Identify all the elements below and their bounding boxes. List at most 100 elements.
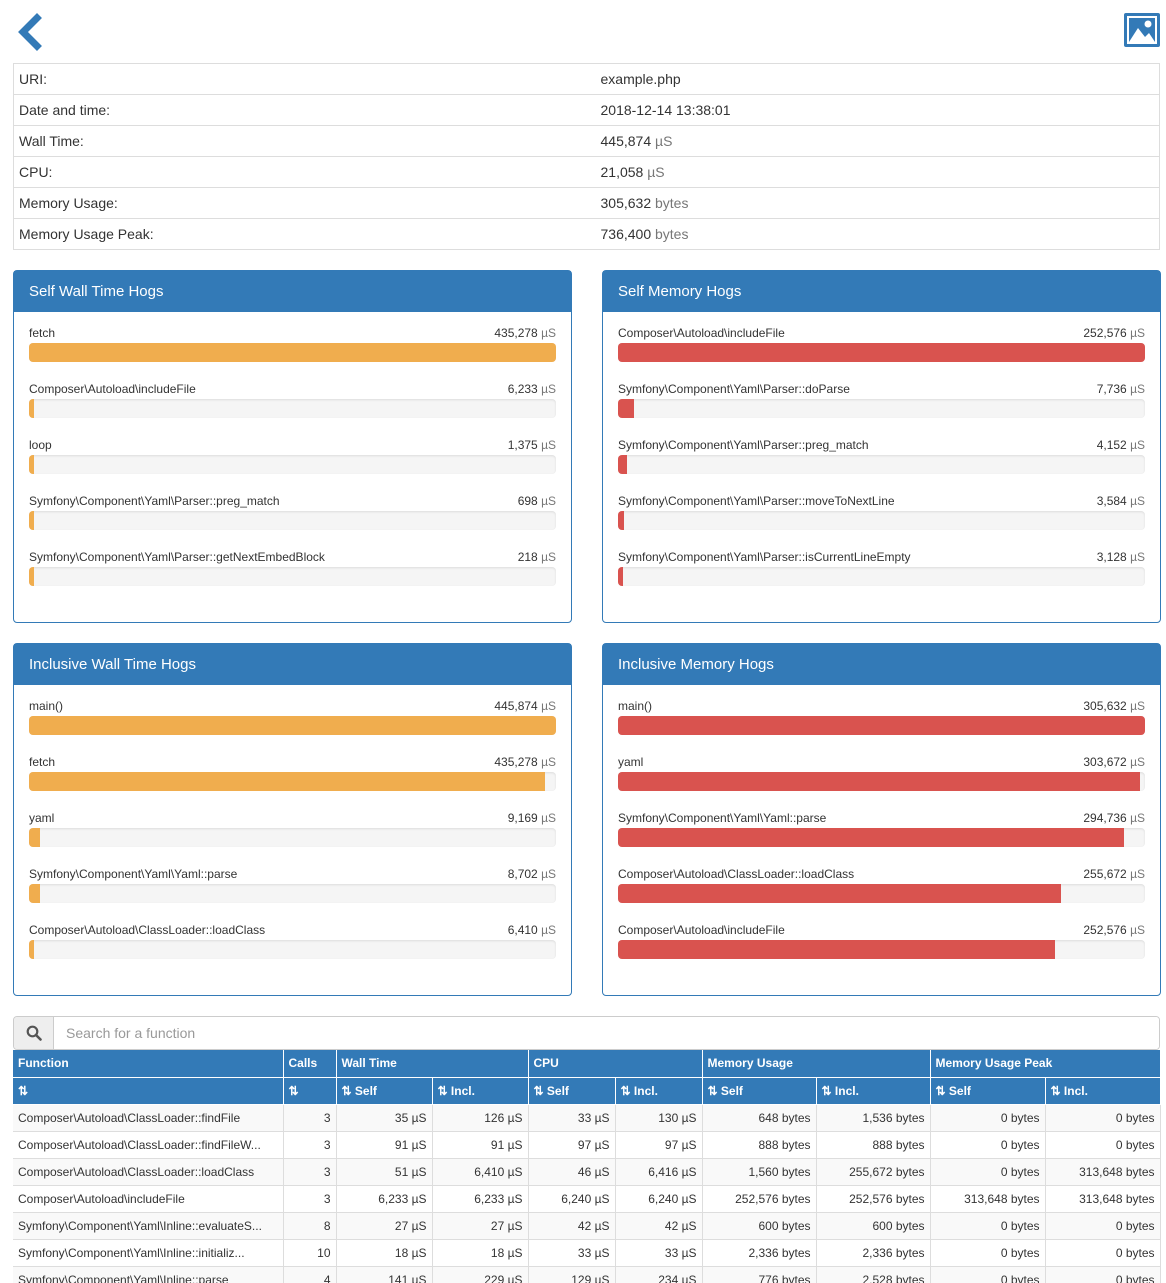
table-row[interactable]: Composer\Autoload\ClassLoader::loadClass… [13, 1158, 1161, 1186]
hog-value-wrap: 435,278 µS [494, 755, 556, 770]
hog-function-name[interactable]: Symfony\Component\Yaml\Parser::moveToNex… [618, 494, 895, 509]
hog-function-name[interactable]: Composer\Autoload\includeFile [618, 923, 785, 938]
hog-value-wrap: 7,736 µS [1097, 382, 1145, 397]
hog-unit: µS [541, 755, 556, 769]
hog-function-name[interactable]: main() [29, 699, 63, 714]
hog-value: 4,152 [1096, 438, 1127, 452]
progress-bar [29, 511, 556, 530]
hog-value: 3,584 [1096, 494, 1127, 508]
function-name-cell[interactable]: Symfony\Component\Yaml\Inline::evaluateS… [13, 1212, 284, 1240]
hog-function-name[interactable]: Composer\Autoload\includeFile [29, 382, 196, 397]
hog-function-name[interactable]: Composer\Autoload\ClassLoader::loadClass [29, 923, 265, 938]
table-row[interactable]: Symfony\Component\Yaml\Inline::parse 4 141… [13, 1266, 1161, 1283]
sort-label: Incl. [633, 1083, 658, 1098]
info-label: URI: [19, 71, 47, 87]
image-icon[interactable] [1124, 13, 1160, 47]
sort-calls[interactable]: ⇅ [283, 1077, 337, 1105]
search-icon[interactable] [14, 1017, 54, 1049]
sort-cpu-self[interactable]: ⇅ Self [528, 1077, 616, 1105]
function-name-cell[interactable]: Symfony\Component\Yaml\Inline::initializ… [13, 1239, 284, 1267]
hog-function-name[interactable]: Symfony\Component\Yaml\Parser::getNextEm… [29, 550, 325, 565]
sort-icon: ⇅ [437, 1083, 448, 1098]
hog-value-wrap: 9,169 µS [508, 811, 556, 826]
hog-unit: µS [1130, 867, 1145, 881]
hog-function-name[interactable]: yaml [618, 755, 643, 770]
hog-function-name[interactable]: Symfony\Component\Yaml\Parser::doParse [618, 382, 850, 397]
hog-line: Symfony\Component\Yaml\Parser::isCurrent… [618, 550, 1145, 565]
hog-value-wrap: 1,375 µS [508, 438, 556, 453]
hog-line: yaml 9,169 µS [29, 811, 556, 826]
hog-function-name[interactable]: Symfony\Component\Yaml\Yaml::parse [618, 811, 826, 826]
hog-function-name[interactable]: main() [618, 699, 652, 714]
hog-value-wrap: 3,128 µS [1097, 550, 1145, 565]
info-value-cell: 445,874 µS [595, 125, 1160, 157]
search-input[interactable] [54, 1017, 1159, 1049]
function-name-cell[interactable]: Composer\Autoload\ClassLoader::loadClass [13, 1158, 284, 1186]
col-memory-peak: Memory Usage Peak [930, 1050, 1161, 1078]
info-value-cell: example.php [596, 64, 1160, 95]
hog-value-wrap: 6,233 µS [508, 382, 556, 397]
progress-bar [29, 567, 556, 586]
function-name-cell[interactable]: Composer\Autoload\includeFile [13, 1185, 284, 1213]
hog-value: 6,410 [507, 923, 538, 937]
table-row[interactable]: Composer\Autoload\includeFile 3 6,233 µS 6,… [13, 1185, 1161, 1213]
hog-function-name[interactable]: Composer\Autoload\includeFile [618, 326, 785, 341]
hog-function-name[interactable]: Composer\Autoload\ClassLoader::loadClass [618, 867, 854, 882]
panel-body: fetch 435,278 µS Composer\Autoload\include… [14, 312, 571, 606]
info-unit: µS [647, 164, 665, 180]
hog-function-name[interactable]: Symfony\Component\Yaml\Parser::preg_matc… [618, 438, 869, 453]
hog-function-name[interactable]: fetch [29, 755, 55, 770]
sort-peak-incl[interactable]: ⇅ Incl. [1045, 1077, 1161, 1105]
value-cell: 33 µS [615, 1239, 703, 1267]
hog-value-wrap: 445,874 µS [494, 699, 556, 714]
progress-bar [29, 716, 556, 735]
progress-bar-fill [618, 343, 1145, 362]
progress-bar-fill [29, 511, 34, 530]
progress-bar-fill [29, 343, 556, 362]
sort-function[interactable]: ⇅ [13, 1077, 284, 1105]
back-chevron-icon[interactable] [15, 12, 45, 52]
progress-bar-fill [618, 511, 625, 530]
sort-cpu-incl[interactable]: ⇅ Incl. [615, 1077, 703, 1105]
hog-function-name[interactable]: Symfony\Component\Yaml\Parser::preg_matc… [29, 494, 280, 509]
hog-function-name[interactable]: fetch [29, 326, 55, 341]
hog-value: 8,702 [507, 867, 538, 881]
sort-icon: ⇅ [1050, 1083, 1061, 1098]
hog-line: fetch 435,278 µS [29, 755, 556, 770]
sort-peak-self[interactable]: ⇅ Self [930, 1077, 1046, 1105]
value-cell: 6,240 µS [615, 1185, 703, 1213]
info-value: example.php [600, 71, 681, 87]
table-row[interactable]: Composer\Autoload\ClassLoader::findFile 3… [13, 1104, 1161, 1132]
hog-function-name[interactable]: yaml [29, 811, 54, 826]
hog-value: 294,736 [1083, 811, 1127, 825]
value-cell: 0 bytes [1045, 1266, 1161, 1283]
info-unit: bytes [655, 195, 689, 211]
hog-function-name[interactable]: Symfony\Component\Yaml\Parser::isCurrent… [618, 550, 911, 565]
progress-bar-fill [618, 716, 1145, 735]
function-name-cell[interactable]: Symfony\Component\Yaml\Inline::parse [13, 1266, 284, 1283]
hog-value-wrap: 305,632 µS [1083, 699, 1145, 714]
sort-wall-self[interactable]: ⇅ Self [336, 1077, 433, 1105]
hog-line: Composer\Autoload\ClassLoader::loadClass… [618, 867, 1145, 882]
table-row[interactable]: Composer\Autoload\ClassLoader::findFileW… [13, 1131, 1161, 1159]
hog-line: fetch 435,278 µS [29, 326, 556, 341]
function-name-cell[interactable]: Composer\Autoload\ClassLoader::findFileW… [13, 1131, 284, 1159]
hog-value-wrap: 303,672 µS [1083, 755, 1145, 770]
sort-wall-incl[interactable]: ⇅ Incl. [432, 1077, 529, 1105]
hog-line: Symfony\Component\Yaml\Yaml::parse 294,73… [618, 811, 1145, 826]
sort-label: Incl. [834, 1083, 859, 1098]
sort-mem-self[interactable]: ⇅ Self [702, 1077, 817, 1105]
progress-bar [29, 772, 556, 791]
function-name-cell[interactable]: Composer\Autoload\ClassLoader::findFile [13, 1104, 284, 1132]
value-cell: 0 bytes [930, 1212, 1046, 1240]
value-cell: 10 [283, 1239, 337, 1267]
hog-function-name[interactable]: Symfony\Component\Yaml\Yaml::parse [29, 867, 237, 882]
info-value-cell: 736,400 bytes [595, 218, 1160, 250]
value-cell: 27 µS [432, 1212, 529, 1240]
table-row[interactable]: Symfony\Component\Yaml\Inline::evaluateS… [13, 1212, 1161, 1240]
table-row[interactable]: Symfony\Component\Yaml\Inline::initializ… [13, 1239, 1161, 1267]
hog-line: Symfony\Component\Yaml\Parser::moveToNex… [618, 494, 1145, 509]
sort-mem-incl[interactable]: ⇅ Incl. [816, 1077, 931, 1105]
value-cell: 33 µS [528, 1239, 616, 1267]
hog-function-name[interactable]: loop [29, 438, 52, 453]
